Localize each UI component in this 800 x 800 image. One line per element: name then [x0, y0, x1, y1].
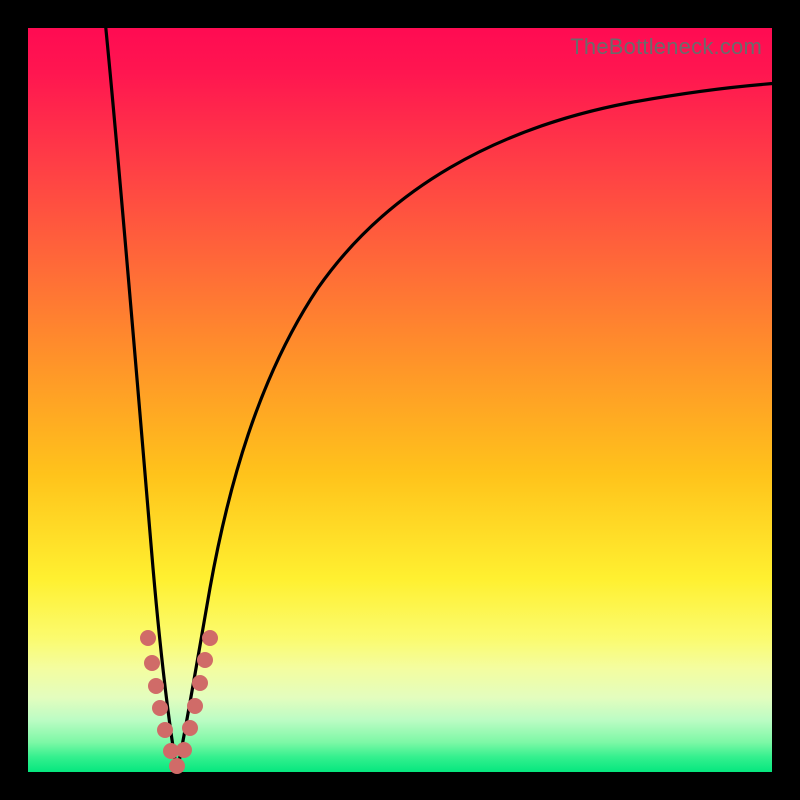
marker-dot [202, 630, 218, 646]
marker-dot [187, 698, 203, 714]
marker-dot [182, 720, 198, 736]
chart-frame: TheBottleneck.com [0, 0, 800, 800]
marker-dot [140, 630, 156, 646]
marker-dot [197, 652, 213, 668]
curve-layer [28, 28, 772, 772]
marker-dot [148, 678, 164, 694]
marker-dot [157, 722, 173, 738]
plot-area: TheBottleneck.com [28, 28, 772, 772]
marker-dot [169, 758, 185, 774]
marker-dot [152, 700, 168, 716]
marker-dot [192, 675, 208, 691]
marker-dot [144, 655, 160, 671]
curve-right [177, 83, 780, 772]
marker-dot [176, 742, 192, 758]
marker-group [140, 630, 218, 774]
curve-left [105, 20, 177, 772]
